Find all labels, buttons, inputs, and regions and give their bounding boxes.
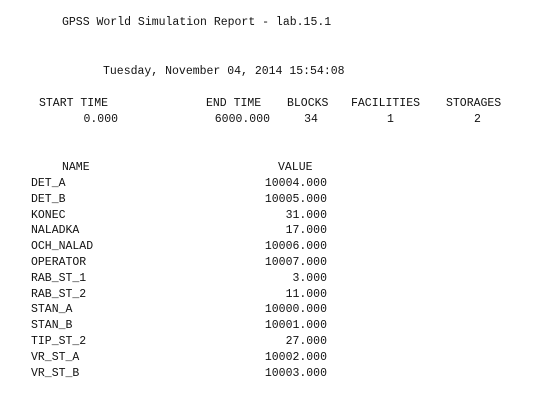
row-value: 17.000 [285, 224, 327, 238]
row-name: OCH_NALAD [31, 240, 94, 254]
row-name: RAB_ST_1 [31, 271, 87, 285]
table-row: VR_ST_B 10003.000 [31, 366, 331, 382]
table-row: OCH_NALAD 10006.000 [31, 239, 331, 255]
table-row: DET_B 10005.000 [31, 192, 331, 208]
table-row: OPERATOR 10007.000 [31, 255, 331, 271]
row-value: 10000.000 [264, 303, 327, 317]
blocks-value: 34 [304, 113, 318, 126]
row-value: 10006.000 [264, 240, 327, 254]
table-row: KONEC 31.000 [31, 208, 331, 224]
table-row: RAB_ST_1 3.000 [31, 271, 331, 287]
row-name: VR_ST_A [31, 350, 80, 364]
row-value: 3.000 [292, 271, 327, 285]
table-row: STAN_B 10001.000 [31, 318, 331, 334]
row-name: DET_A [31, 177, 66, 190]
name-column-header: NAME [62, 161, 90, 174]
row-name: KONEC [31, 208, 66, 222]
facilities-header: FACILITIES [351, 97, 421, 110]
table-row: TIP_ST_2 27.000 [31, 334, 331, 350]
row-name: TIP_ST_2 [31, 334, 87, 348]
row-value: 10002.000 [264, 350, 327, 364]
row-name: OPERATOR [31, 255, 87, 269]
simulation-report-page: { "report": { "title": "GPSS World Simul… [0, 0, 543, 401]
report-date: Tuesday, November 04, 2014 15:54:08 [103, 65, 345, 78]
row-value: 11.000 [285, 287, 327, 301]
start-time-header: START TIME [39, 97, 109, 110]
row-name: VR_ST_B [31, 366, 80, 380]
row-name: STAN_B [31, 319, 73, 333]
table-row: NALADKA 17.000 [31, 223, 331, 239]
row-value: 31.000 [285, 208, 327, 222]
row-value: 10004.000 [264, 177, 327, 190]
row-name: NALADKA [31, 224, 80, 238]
table-row: DET_A 10004.000 [31, 176, 331, 192]
end-time-header: END TIME [206, 97, 262, 110]
names-table: DET_A 10004.000 DET_B 10005.000 KONEC 31.000 N… [31, 176, 331, 381]
end-time-value: 6000.000 [214, 113, 270, 126]
blocks-header: BLOCKS [287, 97, 329, 110]
value-column-header: VALUE [278, 161, 313, 174]
row-name: RAB_ST_2 [31, 287, 87, 301]
row-value: 27.000 [285, 334, 327, 348]
row-value: 10003.000 [264, 366, 327, 380]
table-row: VR_ST_A 10002.000 [31, 350, 331, 366]
table-row: RAB_ST_2 11.000 [31, 287, 331, 303]
facilities-value: 1 [387, 113, 394, 126]
row-name: STAN_A [31, 303, 73, 317]
row-value: 10007.000 [264, 255, 327, 269]
start-time-value: 0.000 [83, 113, 118, 126]
row-name: DET_B [31, 192, 66, 206]
report-title: GPSS World Simulation Report - lab.15.1 [62, 16, 332, 29]
storages-value: 2 [474, 113, 481, 126]
table-row: STAN_A 10000.000 [31, 302, 331, 318]
storages-header: STORAGES [446, 97, 502, 110]
row-value: 10005.000 [264, 192, 327, 206]
row-value: 10001.000 [264, 319, 327, 333]
